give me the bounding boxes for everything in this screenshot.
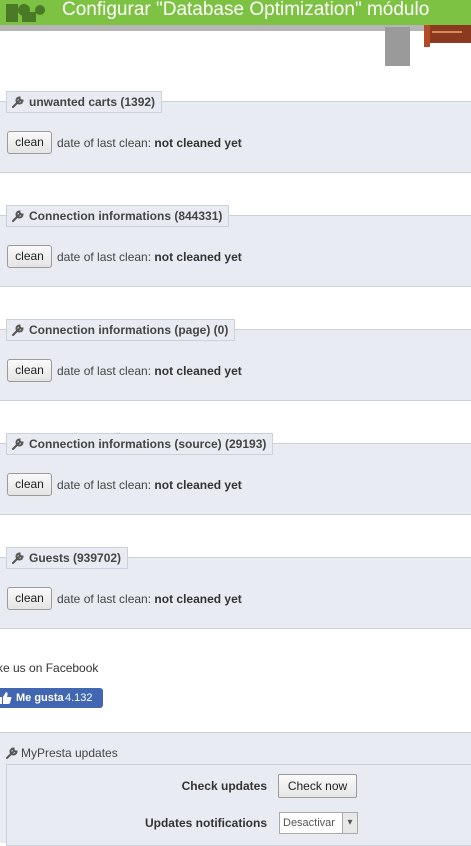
last-clean-info: date of last clean: not cleaned yet [57,592,242,606]
facebook-like-text: ke us on Facebook [0,661,99,675]
updates-form: Check updates Check now Updates notifica… [6,764,471,846]
puzzle-icon [6,4,45,22]
section-unwanted-carts: unwanted carts (1392) clean date of last… [0,91,471,173]
product-box-image [424,25,471,47]
wrench-icon [6,747,18,759]
facebook-like-count: 4.132 [65,692,93,704]
chevron-down-icon: ▾ [342,813,357,833]
wrench-icon [12,438,24,450]
header-bar: Configurar "Database Optimization" módul… [0,0,471,25]
check-updates-label: Check updates [181,779,267,793]
last-clean-info: date of last clean: not cleaned yet [57,364,242,378]
updates-panel: MyPresta updates Check updates Check now… [0,732,471,846]
wrench-icon [12,324,24,336]
section-title: Connection informations (844331) [6,205,230,227]
wrench-icon [12,96,24,108]
section-guests: Guests (939702) clean date of last clean… [0,547,471,629]
wrench-icon [12,552,24,564]
section-connection-informations: Connection informations (844331) clean d… [0,205,471,287]
clean-button[interactable]: clean [7,131,52,154]
clean-button[interactable]: clean [7,473,52,496]
check-now-button[interactable]: Check now [278,774,357,798]
section-title: Connection informations (page) (0) [6,319,236,341]
section-title: Connection informations (source) (29193) [6,433,274,455]
facebook-like-label: Me gusta [16,692,64,704]
last-clean-info: date of last clean: not cleaned yet [57,478,242,492]
facebook-like-button[interactable]: Me gusta 4.132 [0,688,103,708]
clean-button[interactable]: clean [7,359,52,382]
clean-button[interactable]: clean [7,587,52,610]
updates-notifications-label: Updates notifications [144,816,267,830]
last-clean-info: date of last clean: not cleaned yet [57,250,242,264]
section-title: unwanted carts (1392) [6,91,163,113]
section-title: Guests (939702) [6,547,129,569]
header-gray-tab [385,27,410,66]
wrench-icon [12,210,24,222]
last-clean-info: date of last clean: not cleaned yet [57,136,242,150]
section-connection-informations-source: Connection informations (source) (29193)… [0,433,471,515]
clean-button[interactable]: clean [7,245,52,268]
section-connection-informations-page: Connection informations (page) (0) clean… [0,319,471,401]
updates-title: MyPresta updates [6,746,118,760]
thumbs-up-icon [0,692,12,704]
page-title: Configurar "Database Optimization" módul… [62,0,430,20]
updates-notifications-select[interactable]: Desactivar ▾ [279,812,358,834]
